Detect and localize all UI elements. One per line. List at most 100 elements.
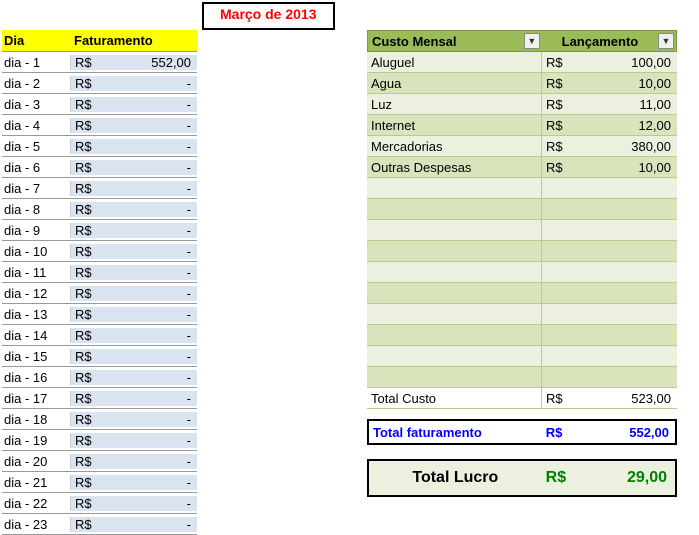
faturamento-cell[interactable]: R$- xyxy=(70,202,197,217)
faturamento-cell[interactable]: R$- xyxy=(70,328,197,343)
custo-label[interactable] xyxy=(367,367,542,387)
faturamento-cell[interactable]: R$- xyxy=(70,223,197,238)
table-row: dia - 20R$- xyxy=(2,451,197,472)
faturamento-value: - xyxy=(187,181,191,196)
lancamento-cell[interactable] xyxy=(542,346,677,366)
faturamento-value: - xyxy=(187,370,191,385)
faturamento-value: - xyxy=(187,391,191,406)
lancamento-value: 10,00 xyxy=(638,160,671,175)
custo-label[interactable]: Mercadorias xyxy=(367,136,542,156)
faturamento-value: - xyxy=(187,118,191,133)
currency-label: R$ xyxy=(75,55,92,70)
faturamento-value: - xyxy=(187,475,191,490)
faturamento-cell[interactable]: R$- xyxy=(70,496,197,511)
faturamento-cell[interactable]: R$- xyxy=(70,286,197,301)
currency-label: R$ xyxy=(75,328,92,343)
faturamento-cell[interactable]: R$- xyxy=(70,97,197,112)
lancamento-value: 10,00 xyxy=(638,76,671,91)
table-row xyxy=(367,283,677,304)
custos-header: Custo Mensal ▼ Lançamento ▼ xyxy=(367,30,677,52)
dia-label: dia - 3 xyxy=(2,97,70,112)
faturamento-cell[interactable]: R$- xyxy=(70,139,197,154)
custo-label[interactable] xyxy=(367,178,542,198)
filter-dropdown-icon[interactable]: ▼ xyxy=(658,33,674,49)
lancamento-cell[interactable]: R$11,00 xyxy=(542,94,677,114)
faturamento-cell[interactable]: R$- xyxy=(70,181,197,196)
table-row: MercadoriasR$380,00 xyxy=(367,136,677,157)
total-faturamento-label: Total faturamento xyxy=(369,425,542,440)
custo-label[interactable] xyxy=(367,199,542,219)
header-dia: Dia xyxy=(2,33,70,48)
filter-dropdown-icon[interactable]: ▼ xyxy=(524,33,540,49)
table-row: dia - 9R$- xyxy=(2,220,197,241)
lancamento-cell[interactable]: R$10,00 xyxy=(542,73,677,93)
currency-label: R$ xyxy=(546,139,563,154)
faturamento-table: Dia Faturamento dia - 1R$552,00dia - 2R$… xyxy=(2,30,197,535)
table-row xyxy=(367,325,677,346)
custo-label[interactable] xyxy=(367,304,542,324)
custo-label[interactable]: Luz xyxy=(367,94,542,114)
table-row: Outras DespesasR$10,00 xyxy=(367,157,677,178)
table-row: AguaR$10,00 xyxy=(367,73,677,94)
faturamento-cell[interactable]: R$- xyxy=(70,412,197,427)
lancamento-cell[interactable] xyxy=(542,220,677,240)
total-lucro-label: Total Lucro xyxy=(369,469,542,487)
faturamento-cell[interactable]: R$- xyxy=(70,265,197,280)
lancamento-cell[interactable]: R$12,00 xyxy=(542,115,677,135)
faturamento-value: - xyxy=(187,160,191,175)
custo-label[interactable] xyxy=(367,241,542,261)
custo-label[interactable] xyxy=(367,346,542,366)
faturamento-cell[interactable]: R$- xyxy=(70,475,197,490)
lancamento-cell[interactable] xyxy=(542,304,677,324)
faturamento-cell[interactable]: R$- xyxy=(70,433,197,448)
header-faturamento: Faturamento xyxy=(70,33,197,48)
currency-label: R$ xyxy=(75,496,92,511)
faturamento-cell[interactable]: R$- xyxy=(70,454,197,469)
dia-label: dia - 9 xyxy=(2,223,70,238)
lancamento-cell[interactable] xyxy=(542,367,677,387)
custo-label[interactable] xyxy=(367,220,542,240)
currency-label: R$ xyxy=(75,76,92,91)
lancamento-cell[interactable]: R$10,00 xyxy=(542,157,677,177)
faturamento-cell[interactable]: R$- xyxy=(70,391,197,406)
lancamento-cell[interactable] xyxy=(542,325,677,345)
table-row: dia - 15R$- xyxy=(2,346,197,367)
table-row: dia - 11R$- xyxy=(2,262,197,283)
custo-label[interactable] xyxy=(367,325,542,345)
faturamento-cell[interactable]: R$- xyxy=(70,370,197,385)
custo-label[interactable]: Aluguel xyxy=(367,52,542,72)
dia-label: dia - 17 xyxy=(2,391,70,406)
custo-label[interactable]: Internet xyxy=(367,115,542,135)
faturamento-cell[interactable]: R$ 552,00 xyxy=(70,55,197,70)
lancamento-cell[interactable]: R$100,00 xyxy=(542,52,677,72)
faturamento-cell[interactable]: R$- xyxy=(70,76,197,91)
faturamento-cell[interactable]: R$- xyxy=(70,118,197,133)
faturamento-value: - xyxy=(187,139,191,154)
custo-label[interactable]: Agua xyxy=(367,73,542,93)
lancamento-cell[interactable] xyxy=(542,262,677,282)
faturamento-cell[interactable]: R$- xyxy=(70,244,197,259)
faturamento-cell[interactable]: R$- xyxy=(70,307,197,322)
custo-label[interactable] xyxy=(367,262,542,282)
lancamento-cell[interactable] xyxy=(542,241,677,261)
custo-label[interactable]: Outras Despesas xyxy=(367,157,542,177)
currency-label: R$ xyxy=(546,118,563,133)
lancamento-cell[interactable] xyxy=(542,283,677,303)
faturamento-cell[interactable]: R$- xyxy=(70,349,197,364)
faturamento-value: 552,00 xyxy=(151,55,191,70)
lancamento-cell[interactable] xyxy=(542,199,677,219)
currency-label: R$ xyxy=(546,391,563,406)
lancamento-cell[interactable] xyxy=(542,178,677,198)
dia-label: dia - 4 xyxy=(2,118,70,133)
table-row: dia - 10R$- xyxy=(2,241,197,262)
currency-label: R$ xyxy=(75,286,92,301)
total-custo-row: Total Custo R$ 523,00 xyxy=(367,388,677,409)
lancamento-cell[interactable]: R$380,00 xyxy=(542,136,677,156)
table-row xyxy=(367,178,677,199)
header-lancamento: Lançamento xyxy=(542,34,658,49)
custo-label[interactable] xyxy=(367,283,542,303)
table-row: InternetR$12,00 xyxy=(367,115,677,136)
dia-label: dia - 18 xyxy=(2,412,70,427)
faturamento-cell[interactable]: R$- xyxy=(70,517,197,532)
faturamento-cell[interactable]: R$- xyxy=(70,160,197,175)
